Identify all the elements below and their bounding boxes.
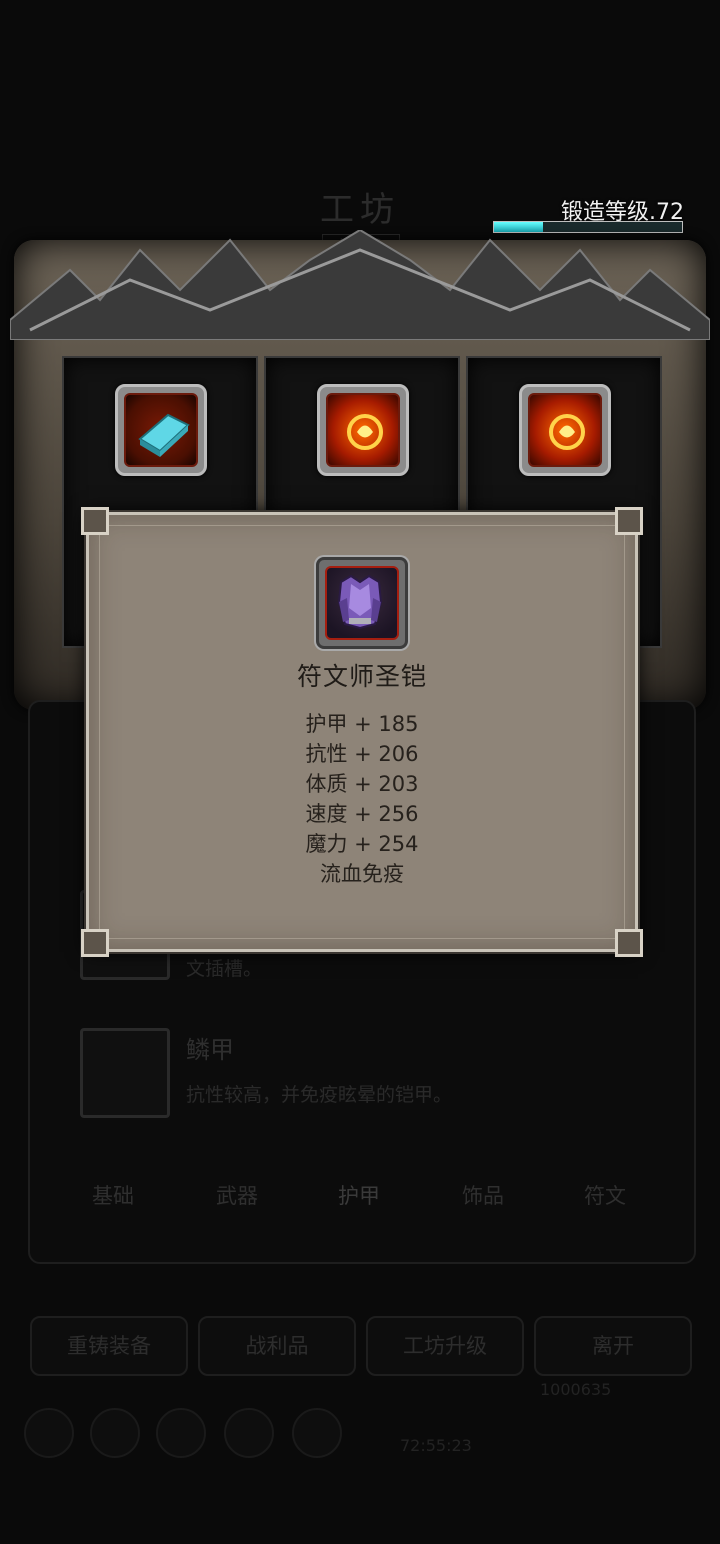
stat-line: 抗性 + 206: [305, 742, 419, 766]
item-stats: 护甲 + 185 抗性 + 206 体质 + 203 速度 + 256 魔力 +…: [89, 709, 635, 889]
corner-ornament: [615, 507, 643, 535]
corner-ornament: [81, 929, 109, 957]
corner-ornament: [81, 507, 109, 535]
purple-armor-icon: [316, 557, 408, 649]
corner-ornament: [615, 929, 643, 957]
item-detail-popup: 符文师圣铠 护甲 + 185 抗性 + 206 体质 + 203 速度 + 25…: [81, 507, 643, 957]
stat-line: 速度 + 256: [305, 802, 419, 826]
item-name: 符文师圣铠: [296, 662, 427, 691]
stat-line: 流血免疫: [320, 862, 404, 886]
stat-line: 护甲 + 185: [305, 712, 419, 736]
stat-line: 体质 + 203: [305, 772, 419, 796]
stat-line: 魔力 + 254: [305, 832, 419, 856]
